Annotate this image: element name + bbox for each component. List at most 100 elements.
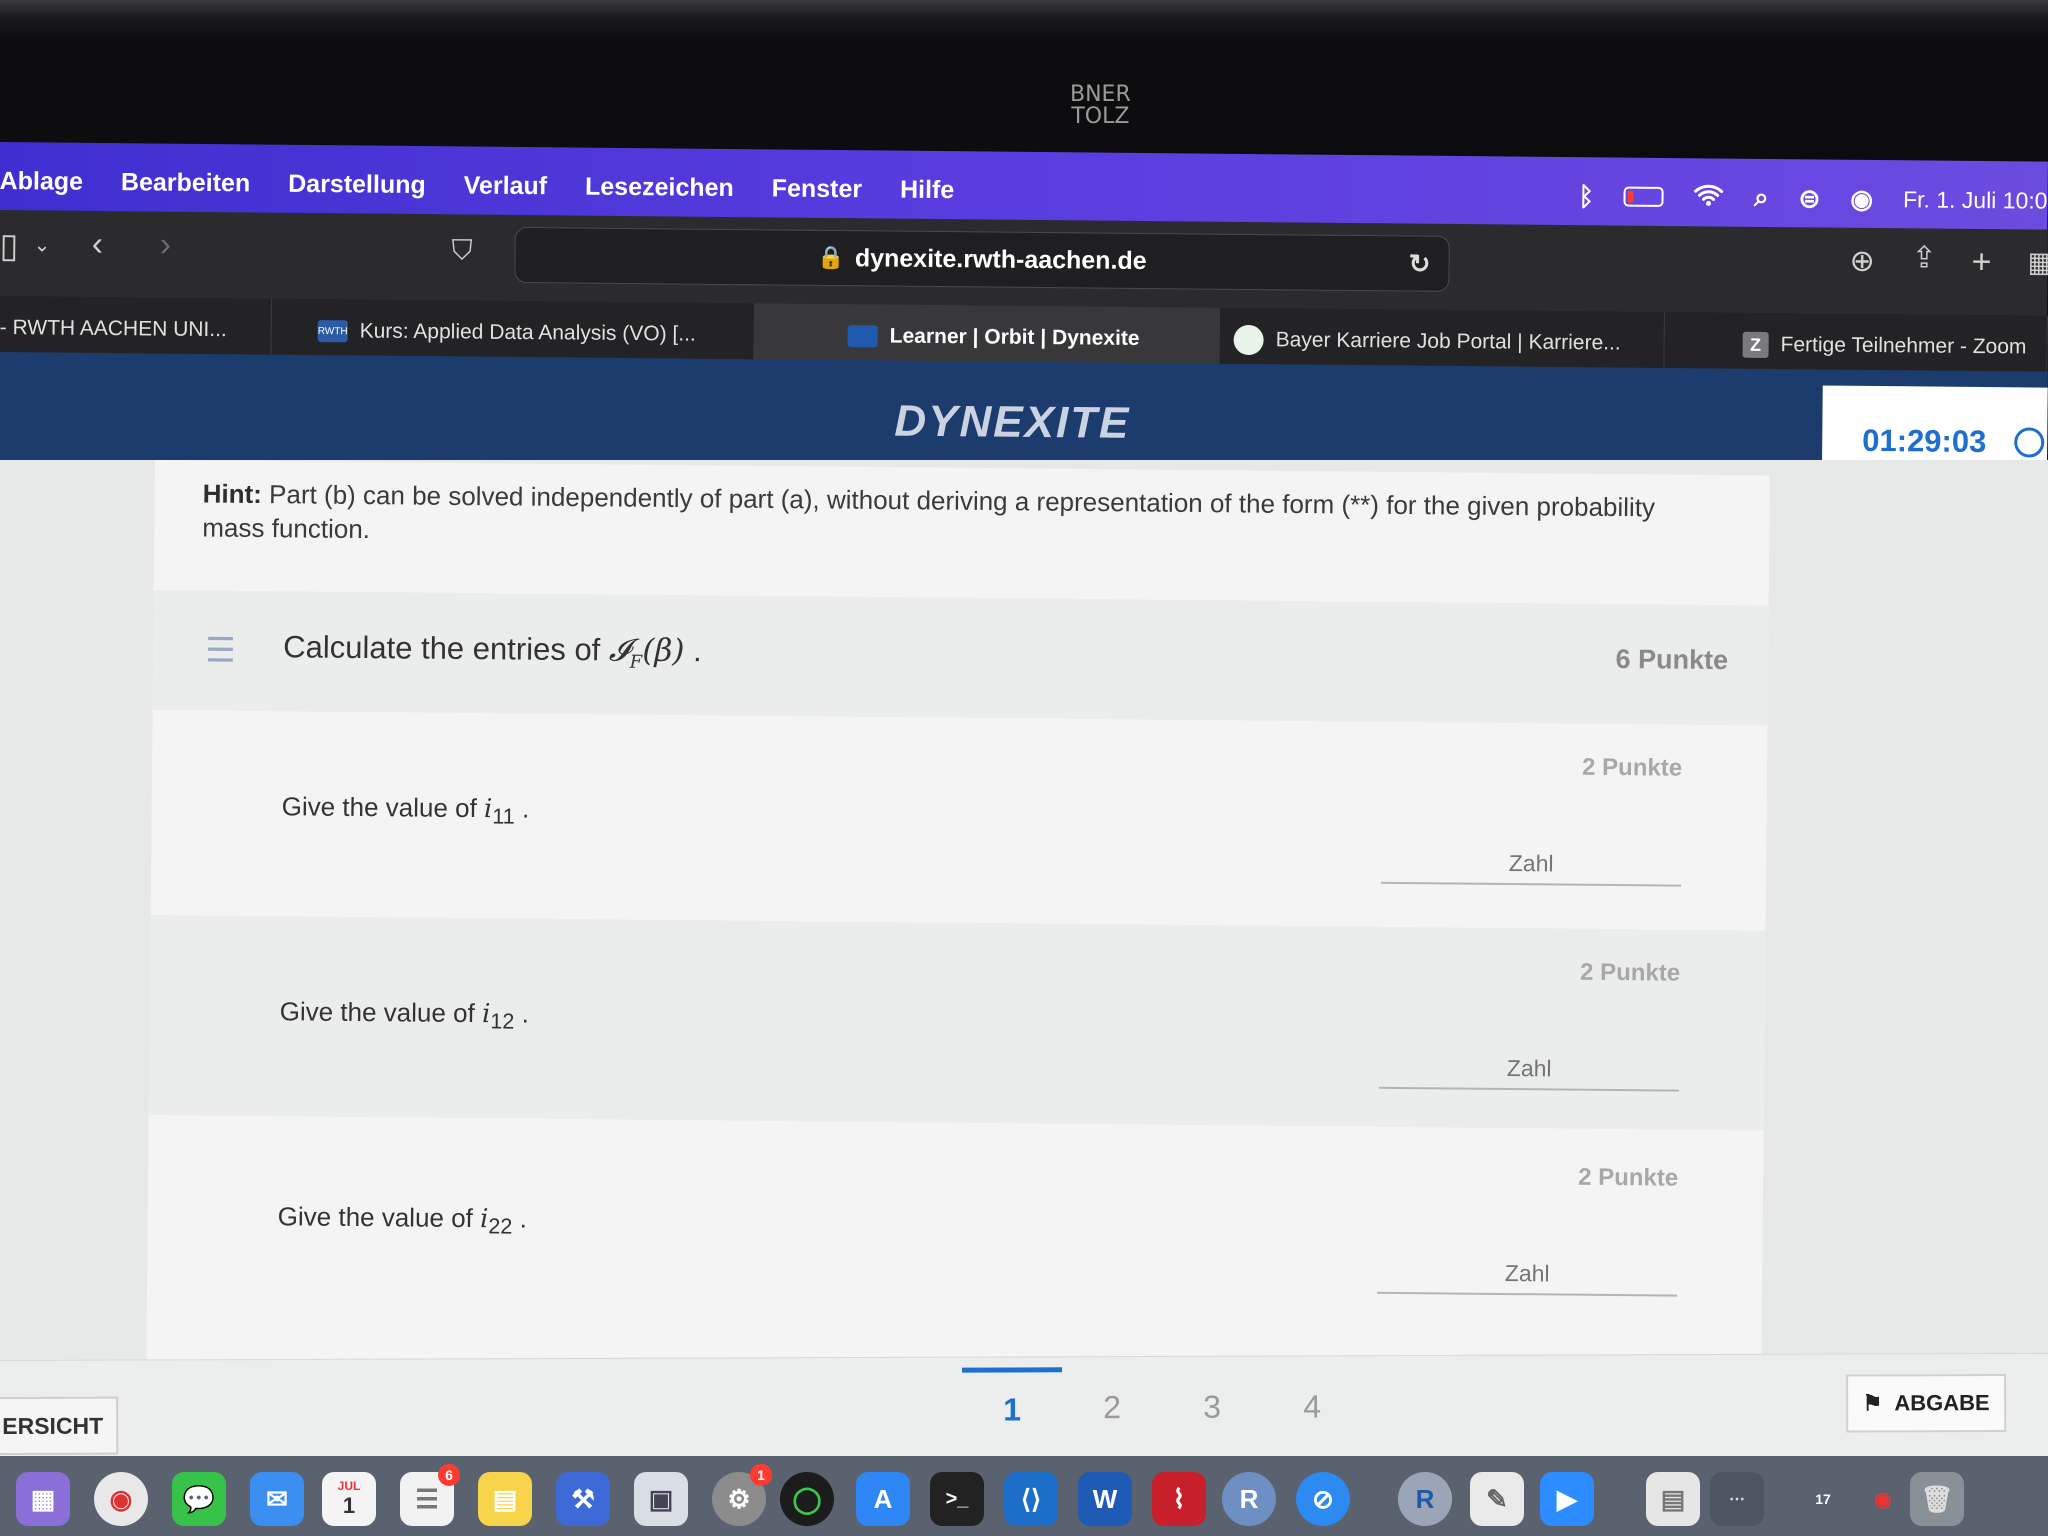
menubar-clock[interactable]: Fr. 1. Juli 10:0 — [1903, 186, 2048, 214]
exam-page: Hint: Part (b) can be solved independent… — [0, 460, 2048, 1460]
calendar-icon[interactable]: JUL 1 — [322, 1472, 376, 1526]
page-button-1[interactable]: 1 — [962, 1367, 1063, 1448]
hint-body: Part (b) can be solved independently of … — [202, 479, 1656, 545]
chrome-icon[interactable]: ◉ — [94, 1472, 148, 1526]
subtask-question: Give the value of i12 . — [279, 996, 530, 1034]
reload-icon[interactable]: ↻ — [1409, 249, 1431, 280]
overview-button[interactable]: ERSICHT — [0, 1396, 119, 1456]
page-button-3[interactable]: 3 — [1162, 1367, 1262, 1447]
macos-dock: ▦ ◉ 💬 ✉ JUL 1 ☰ 6 ▤ ⚒ ▣ ⚙ 1 ◯ A >_ ⟨⟩ W … — [0, 1456, 2048, 1536]
download-icon[interactable]: ⊕ — [1849, 244, 1874, 279]
xcode-icon[interactable]: ⚒ — [556, 1472, 610, 1526]
address-bar[interactable]: 🔒 dynexite.rwth-aachen.de ↻ — [514, 226, 1450, 292]
page-button-2[interactable]: 2 — [1062, 1367, 1162, 1447]
menu-bearbeiten[interactable]: Bearbeiten — [121, 168, 250, 198]
tab-label: - RWTH AACHEN UNI... — [0, 315, 227, 342]
messages-icon[interactable]: 💬 — [172, 1472, 226, 1526]
activity-ring-icon[interactable]: ◯ — [780, 1472, 834, 1526]
subtask-points: 2 Punkte — [1578, 1163, 1679, 1192]
word-icon[interactable]: W — [1078, 1472, 1132, 1526]
menu-ablage[interactable]: Ablage — [0, 166, 83, 196]
page-button-4[interactable]: 4 — [1262, 1366, 1362, 1446]
terminal-icon[interactable]: >_ — [930, 1472, 984, 1526]
rwth-favicon-icon: RWTH — [317, 320, 348, 343]
bluetooth-icon[interactable]: ᛒ — [1578, 181, 1594, 212]
system-settings-icon[interactable]: ⚙ 1 — [712, 1464, 772, 1526]
privacy-shield-icon[interactable]: ⛉ — [451, 234, 472, 267]
tab-label: Bayer Karriere Job Portal | Karriere... — [1275, 328, 1621, 355]
tab-label: Kurs: Applied Data Analysis (VO) [... — [359, 319, 696, 346]
task-title: Calculate the entries of 𝓘F(β) . — [283, 629, 702, 673]
subtask-points: 2 Punkte — [1579, 958, 1681, 987]
document-icon[interactable]: ▤ — [1646, 1472, 1700, 1526]
task-header: ☰ Calculate the entries of 𝓘F(β) . 6 Pun… — [152, 589, 1769, 726]
task-points: 6 Punkte — [1615, 644, 1729, 676]
bayer-favicon-icon — [1233, 324, 1264, 356]
chevron-down-icon[interactable]: ⌄ — [34, 232, 51, 257]
settings-badge: 1 — [750, 1464, 772, 1486]
url-text: dynexite.rwth-aachen.de — [854, 243, 1147, 275]
hint-label: Hint: — [202, 478, 263, 510]
safari-icon[interactable]: ⊘ — [1296, 1472, 1350, 1526]
share-icon[interactable]: ⇪ — [1911, 240, 1936, 275]
exam-bottom-nav: ERSICHT 1 2 3 4 ⚑ ABGABE — [0, 1352, 2048, 1470]
subtask-question: Give the value of i22 . — [277, 1201, 528, 1239]
sidebar-toggle-icon[interactable]: ▯ — [0, 226, 19, 266]
mail-icon[interactable]: ✉ — [250, 1472, 304, 1526]
menu-verlauf[interactable]: Verlauf — [464, 171, 548, 201]
answer-input-i12[interactable] — [1379, 1046, 1680, 1092]
menu-hilfe[interactable]: Hilfe — [900, 175, 954, 205]
question-card: Hint: Part (b) can be solved independent… — [146, 460, 1770, 1376]
menu-fenster[interactable]: Fenster — [772, 174, 863, 204]
flag-icon: ⚑ — [1862, 1390, 1883, 1416]
downloads-stack-icon[interactable]: ⋯ — [1710, 1472, 1764, 1526]
textedit-icon[interactable]: ✎ — [1470, 1472, 1524, 1526]
tab-overview-icon[interactable]: ▦ — [2027, 245, 2048, 278]
forward-icon[interactable]: › — [159, 226, 171, 265]
preview-icon[interactable]: ▣ — [634, 1472, 688, 1526]
battery-icon[interactable] — [1623, 186, 1665, 207]
trash-icon[interactable]: 🗑 — [1910, 1472, 1964, 1526]
task-math: 𝓘F(β) — [608, 632, 685, 673]
page-pager: 1 2 3 4 — [962, 1366, 1362, 1448]
list-icon[interactable]: ☰ — [205, 630, 236, 670]
screen-bezel: BNER TOLZ — [0, 0, 2048, 150]
lock-icon: 🔒 — [817, 244, 846, 271]
submit-label: ABGABE — [1894, 1390, 1990, 1416]
reminders-icon[interactable]: ☰ 6 — [400, 1464, 460, 1526]
r-app-icon[interactable]: R — [1222, 1472, 1276, 1526]
dynexite-favicon-icon — [847, 325, 878, 348]
answer-input-i22[interactable] — [1377, 1251, 1678, 1297]
subtask-i11: 2 Punkte Give the value of i11 . — [151, 710, 1768, 925]
back-icon[interactable]: ‹ — [91, 225, 103, 264]
control-center-icon[interactable]: ⊜ — [1798, 183, 1820, 214]
camera-label: BNER TOLZ — [1070, 82, 1131, 129]
menu-lesezeichen[interactable]: Lesezeichen — [585, 172, 734, 202]
tab-label: Fertige Teilnehmer - Zoom — [1780, 333, 2027, 359]
timer-value: 01:29:03 — [1862, 422, 1987, 460]
clock-icon — [2014, 427, 2045, 458]
subtask-question: Give the value of i11 . — [281, 791, 530, 829]
submit-button[interactable]: ⚑ ABGABE — [1846, 1373, 2007, 1433]
acrobat-icon[interactable]: ⌇ — [1152, 1472, 1206, 1526]
notes-icon[interactable]: ▤ — [478, 1472, 532, 1526]
answer-input-i11[interactable] — [1380, 841, 1682, 887]
zoom-icon[interactable]: ▶ — [1540, 1472, 1594, 1526]
dynexite-logo: DYNEXITE — [894, 396, 1131, 448]
hint-text: Hint: Part (b) can be solved independent… — [202, 476, 1723, 559]
new-tab-icon[interactable]: + — [1971, 243, 1991, 282]
wifi-icon[interactable] — [1694, 182, 1724, 213]
menu-darstellung[interactable]: Darstellung — [288, 169, 426, 199]
subtask-i12: 2 Punkte Give the value of i12 . — [148, 914, 1766, 1131]
siri-icon[interactable]: ◉ — [1850, 183, 1873, 214]
vscode-icon[interactable]: ⟨⟩ — [1004, 1472, 1058, 1526]
subtask-points: 2 Punkte — [1581, 753, 1683, 782]
calendar-small-icon[interactable]: 17 — [1796, 1472, 1850, 1526]
rstudio-icon[interactable]: R — [1398, 1472, 1452, 1526]
app-store-icon[interactable]: A — [856, 1472, 910, 1526]
chrome-small-icon[interactable]: ◉ — [1856, 1472, 1910, 1526]
launchpad-icon[interactable]: ▦ — [16, 1472, 70, 1526]
subtask-i22: 2 Punkte Give the value of i22 . — [147, 1120, 1764, 1335]
zoom-favicon-icon: Z — [1742, 331, 1769, 358]
spotlight-search-icon[interactable]: ⌕ — [1754, 182, 1769, 214]
